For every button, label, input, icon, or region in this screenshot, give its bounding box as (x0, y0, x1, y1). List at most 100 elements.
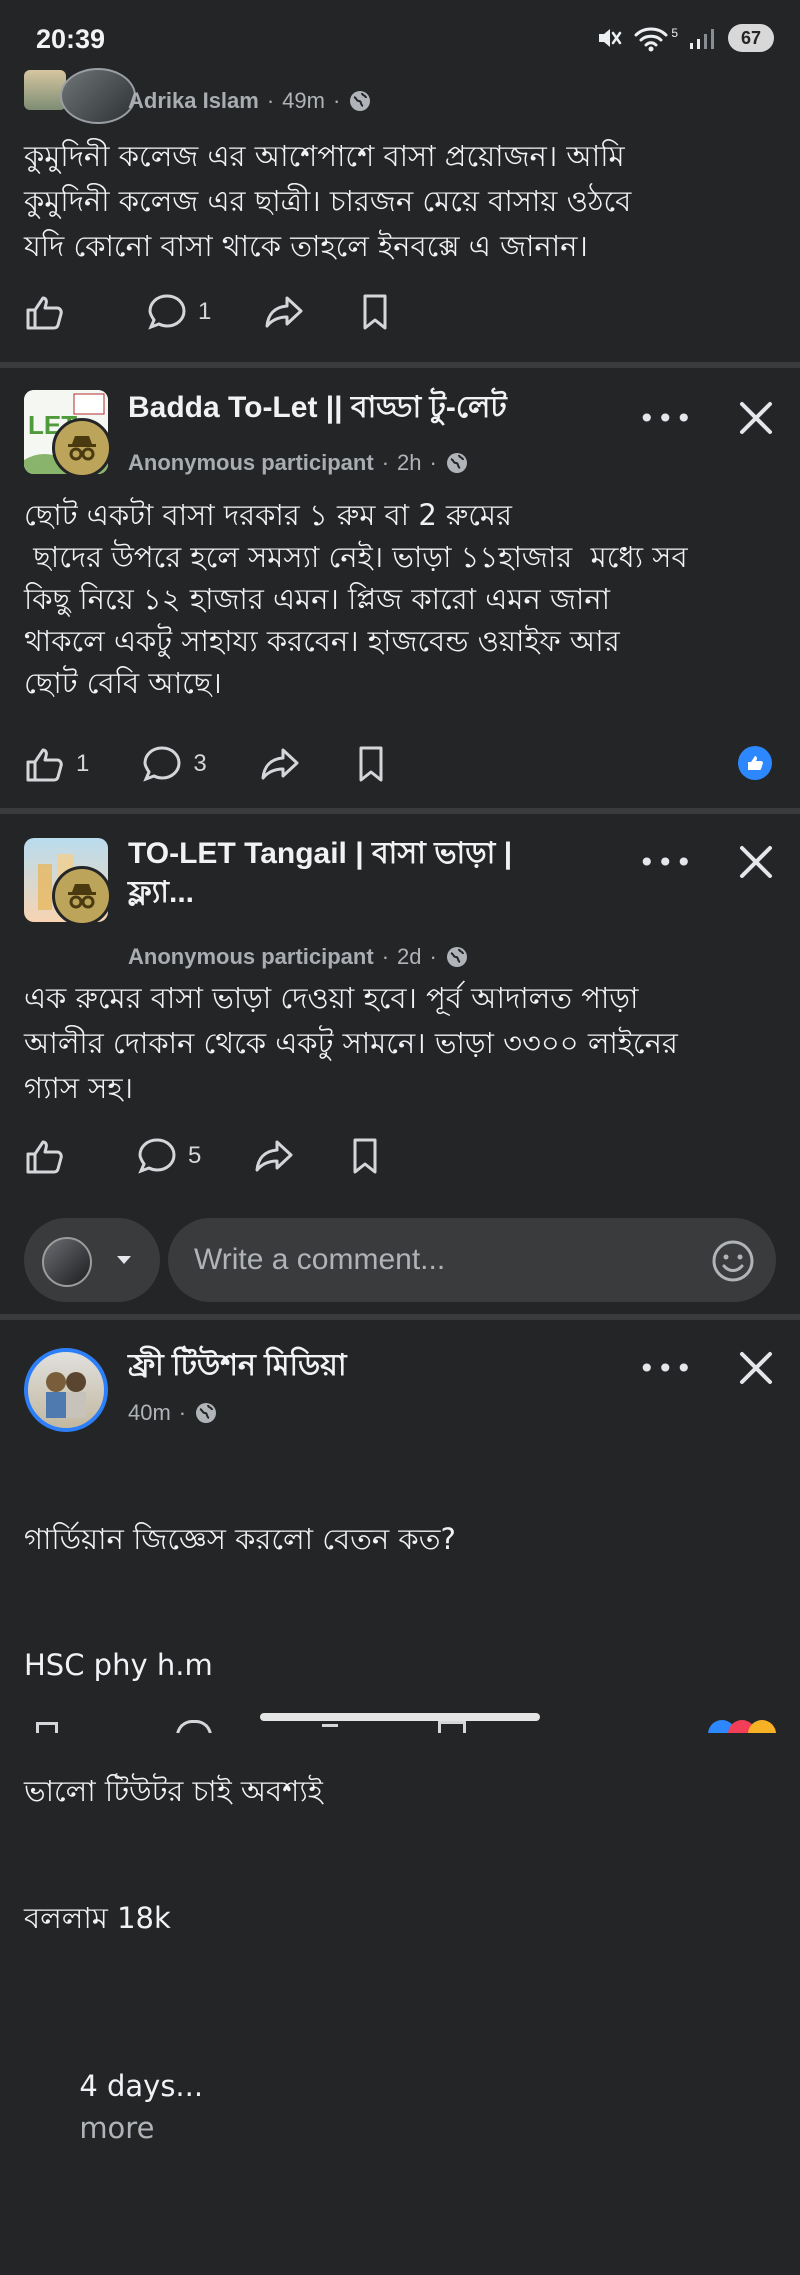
body-line: গার্ডিয়ান জিজ্ঞেস করলো বেতন কত? (24, 1522, 456, 1557)
comment-icon (136, 1136, 178, 1176)
comment-count: 3 (193, 750, 207, 777)
see-more-link[interactable]: more (79, 2111, 154, 2145)
more-options-icon[interactable]: ••• (638, 1352, 694, 1385)
share-button[interactable] (259, 744, 301, 784)
like-button[interactable] (24, 1136, 66, 1176)
more-options-icon[interactable]: ••• (638, 402, 694, 435)
save-button[interactable] (353, 744, 389, 784)
like-reaction-badge[interactable] (738, 746, 772, 780)
close-icon[interactable] (736, 398, 776, 438)
post-tangail: TO-LET Tangail | বাসা ভাড়া | ফ্ল্যা... … (0, 814, 800, 1314)
like-icon (24, 292, 66, 332)
status-time: 20:39 (36, 24, 106, 54)
post-meta: Adrika Islam · 49m · (128, 88, 372, 114)
home-indicator[interactable] (260, 1713, 540, 1721)
author-name[interactable]: ফ্রী টিউশন মিডিয়া (128, 1346, 347, 1385)
group-avatar-stack[interactable]: LET (24, 390, 114, 480)
public-icon (194, 1401, 218, 1425)
comment-as-selector[interactable] (24, 1218, 160, 1302)
author-avatar[interactable] (24, 1348, 108, 1432)
comment-input[interactable]: Write a comment... (168, 1218, 776, 1302)
save-button[interactable] (357, 292, 393, 332)
like-icon (24, 744, 66, 784)
comment-icon (141, 744, 183, 784)
post-badda: LET Badda To-Let || বাড্ডা টু-লেট Anonym… (0, 368, 800, 808)
like-icon (24, 1136, 66, 1176)
post-meta: Anonymous participant · 2d · (128, 944, 469, 970)
post-time: 49m (282, 88, 325, 113)
anonymous-avatar[interactable] (52, 418, 112, 478)
battery-indicator: 67 (728, 24, 774, 52)
post-actions: 5 (24, 1134, 776, 1178)
group-name[interactable]: TO-LET Tangail | বাসা ভাড়া | ফ্ল্যা... (128, 834, 548, 912)
post-body: এক রুমের বাসা ভাড়া দেওয়া হবে। পূর্ব আদ… (24, 981, 678, 1105)
author-avatar[interactable] (60, 68, 136, 124)
status-icons: 5 67 (595, 24, 774, 52)
group-name[interactable]: Badda To-Let || বাড্ডা টু-লেট (128, 388, 507, 427)
body-line: HSC phy h.m (24, 1648, 213, 1683)
close-icon[interactable] (736, 1348, 776, 1388)
bookmark-icon (347, 1136, 383, 1176)
comment-count: 1 (198, 298, 212, 325)
commenter-avatar (42, 1237, 92, 1287)
meta-separator: · (429, 944, 437, 969)
more-options-icon[interactable]: ••• (638, 846, 694, 879)
body-line: 4 days... (79, 2068, 204, 2103)
post-body: ছোট একটা বাসা দরকার ১ রুম বা 2 রুমের ছাদ… (24, 498, 688, 701)
post-time: 40m (128, 1400, 171, 1425)
share-icon (253, 1136, 295, 1176)
post-top-actions: ••• (638, 842, 776, 882)
public-icon (445, 451, 469, 475)
chevron-down-icon (114, 1250, 134, 1270)
meta-separator: · (332, 88, 341, 113)
public-icon (348, 89, 372, 113)
comment-button[interactable]: 1 (146, 292, 211, 332)
share-icon (259, 744, 301, 784)
post-meta: 40m · (128, 1400, 218, 1426)
post-tuition: ফ্রী টিউশন মিডিয়া 40m · ••• গার্ডিয়ান … (0, 1320, 800, 2145)
wifi-band-label: 5 (671, 26, 678, 40)
post-actions: 1 (24, 290, 776, 334)
comment-count: 5 (188, 1142, 202, 1169)
meta-separator: · (178, 1400, 187, 1425)
close-icon[interactable] (736, 842, 776, 882)
comment-icon (146, 292, 188, 332)
like-button[interactable] (24, 292, 76, 332)
meta-separator: · (429, 450, 437, 475)
anonymous-avatar[interactable] (52, 866, 112, 926)
author-name[interactable]: Anonymous participant (128, 944, 374, 970)
post-actions: 1 3 (24, 742, 776, 786)
like-button[interactable]: 1 (24, 744, 89, 784)
public-icon (445, 945, 469, 969)
group-avatar-stack[interactable] (24, 838, 114, 928)
signal-icon (688, 25, 718, 51)
post-meta: Anonymous participant · 2h · (128, 450, 469, 476)
share-button[interactable] (263, 292, 305, 332)
emoji-icon[interactable] (710, 1238, 756, 1284)
author-name[interactable]: Anonymous participant (128, 450, 374, 476)
bookmark-icon (353, 744, 389, 784)
post-time: 2h (397, 450, 422, 475)
meta-separator: · (381, 944, 390, 969)
post-top-actions: ••• (638, 1348, 776, 1388)
comment-bar: Write a comment... (24, 1218, 776, 1302)
post-body: কুমুদিনী কলেজ এর আশেপাশে বাসা প্রয়োজন। … (24, 139, 632, 263)
comment-button[interactable]: 5 (136, 1136, 201, 1176)
post-adrika: Adrika Islam · 49m · কুমুদিনী কলেজ এর আশ… (0, 62, 800, 362)
post-body: গার্ডিয়ান জিজ্ঞেস করলো বেতন কত? HSC phy… (24, 1434, 784, 2275)
share-icon (263, 292, 305, 332)
post-top-actions: ••• (638, 398, 776, 438)
body-line: ভালো টিউটর চাই অবশ্যই (24, 1774, 323, 1809)
meta-separator: · (381, 450, 390, 475)
save-button[interactable] (347, 1136, 383, 1176)
post-time: 2d (397, 944, 422, 969)
body-line: বললাম 18k (24, 1900, 171, 1935)
share-button[interactable] (253, 1136, 295, 1176)
mute-icon (595, 24, 623, 52)
comment-button[interactable]: 3 (141, 744, 207, 784)
like-count: 1 (76, 750, 90, 777)
wifi-icon (633, 24, 669, 52)
bookmark-icon (357, 292, 393, 332)
meta-separator: · (266, 88, 275, 113)
author-name[interactable]: Adrika Islam (128, 88, 259, 114)
